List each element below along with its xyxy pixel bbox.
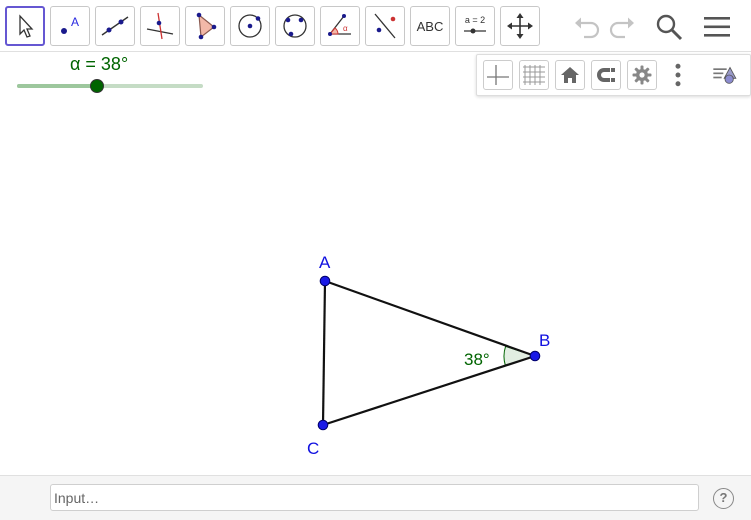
angle-icon: α (328, 14, 351, 36)
move-tool-button[interactable] (5, 6, 45, 46)
point-capturing-button[interactable] (591, 60, 621, 90)
hamburger-menu-icon (704, 17, 730, 37)
main-menu-button[interactable] (700, 10, 734, 44)
point-b-label: B (539, 331, 550, 350)
svg-text:α: α (343, 24, 348, 33)
point-tool-button[interactable]: A (50, 6, 90, 46)
point-a[interactable] (319, 275, 331, 287)
graphics-view[interactable]: A B C 38° (0, 96, 751, 474)
circle-three-points-tool-button[interactable] (275, 6, 315, 46)
slider-icon: a = 2 (464, 15, 486, 34)
axes-icon (487, 65, 509, 85)
point-tool-label: A (71, 15, 79, 29)
point-capture-icon (597, 68, 615, 82)
search-button[interactable] (652, 10, 686, 44)
circle-three-points-icon (283, 14, 307, 38)
line-tool-button[interactable] (95, 6, 135, 46)
point-icon: A (61, 15, 79, 34)
move-view-icon (507, 13, 533, 39)
text-tool-button[interactable]: ABC (410, 6, 450, 46)
grid-icon (523, 65, 545, 85)
line-through-points-icon (101, 16, 129, 36)
more-vertical-icon (675, 63, 681, 87)
slider-alpha-label: α = 38° (70, 54, 129, 74)
slider-tool-button[interactable]: a = 2 (455, 6, 495, 46)
polygon-tool-button[interactable] (185, 6, 225, 46)
segment-ab[interactable] (324, 279, 536, 358)
algebra-input-field[interactable] (50, 484, 699, 511)
toggle-axes-button[interactable] (483, 60, 513, 90)
input-help-button[interactable]: ? (713, 488, 734, 509)
segment-ca[interactable] (321, 280, 327, 426)
view-toggle-icon (713, 66, 737, 84)
graphics-settings-button[interactable] (627, 60, 657, 90)
point-b[interactable] (529, 350, 541, 362)
home-icon (561, 67, 579, 83)
undo-button[interactable] (569, 10, 603, 44)
search-icon (656, 14, 683, 41)
point-c[interactable] (317, 419, 329, 431)
gear-icon (632, 65, 652, 85)
more-options-button[interactable] (663, 60, 693, 90)
reflect-tool-button[interactable] (365, 6, 405, 46)
slider-tool-label: a = 2 (465, 15, 485, 25)
slider-knob[interactable] (89, 79, 104, 93)
undo-icon (575, 17, 600, 39)
toolbar: A α ABC a = 2 (0, 0, 751, 52)
move-graphics-view-tool-button[interactable] (500, 6, 540, 46)
point-c-label: C (307, 439, 319, 458)
text-icon: ABC (416, 18, 444, 34)
slider-fill (17, 84, 97, 88)
toggle-grid-button[interactable] (519, 60, 549, 90)
redo-button[interactable] (606, 10, 640, 44)
point-a-label: A (319, 253, 331, 272)
toggle-style-bar-button[interactable] (707, 58, 743, 92)
perpendicular-line-tool-button[interactable] (140, 6, 180, 46)
arrow-cursor-icon (19, 14, 34, 38)
circle-center-icon (238, 14, 262, 38)
slider-alpha[interactable] (17, 79, 203, 93)
perpendicular-line-icon (146, 12, 174, 40)
polygon-icon (196, 12, 217, 40)
standard-view-button[interactable] (555, 60, 585, 90)
angle-tool-button[interactable]: α (320, 6, 360, 46)
graphics-style-bar (476, 54, 751, 96)
angle-b-value-label: 38° (464, 350, 490, 369)
redo-icon (609, 17, 634, 39)
segment-bc[interactable] (322, 354, 536, 427)
input-bar: ? (0, 475, 751, 520)
reflect-about-line-icon (374, 13, 396, 39)
circle-center-point-tool-button[interactable] (230, 6, 270, 46)
